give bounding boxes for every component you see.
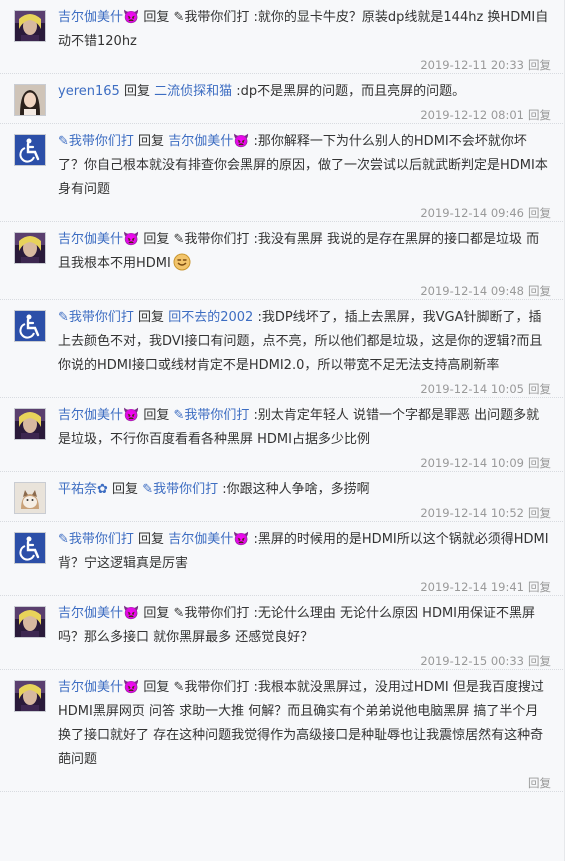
reply-content: ✎我带你们打 回复 回不去的2002 :我DP线坏了，插上去黑屏，我VGA针脚断… [58, 306, 551, 378]
avatar[interactable] [14, 532, 46, 564]
reply-meta: 2019-12-14 09:48 回复 [58, 283, 551, 299]
reply-button[interactable]: 回复 [528, 284, 551, 298]
reply-meta: 2019-12-14 19:41 回复 [58, 579, 551, 595]
reply-word: 回复 [112, 482, 139, 497]
avatar[interactable] [14, 10, 46, 42]
username-link[interactable]: 吉尔伽美什👿 [58, 606, 139, 621]
reply-button[interactable]: 回复 [528, 382, 551, 396]
username-link[interactable]: 吉尔伽美什👿 [58, 680, 139, 695]
avatar[interactable] [14, 232, 46, 264]
reply-time: 2019-12-14 09:48 [420, 284, 524, 298]
reply-button[interactable]: 回复 [528, 506, 551, 520]
avatar[interactable] [14, 606, 46, 638]
reply-time: 2019-12-15 00:33 [420, 654, 524, 668]
reply-item: 吉尔伽美什👿 回复 ✎我带你们打 :无论什么理由 无论什么原因 HDMI用保证不… [0, 596, 565, 670]
reply-time: 2019-12-14 09:46 [420, 206, 524, 220]
reply-content: 吉尔伽美什👿 回复 ✎我带你们打 :无论什么理由 无论什么原因 HDMI用保证不… [58, 602, 551, 650]
reply-meta: 2019-12-14 10:05 回复 [58, 381, 551, 397]
reply-text: :你跟这种人争啥，多捞啊 [222, 482, 370, 497]
reply-word: 回复 [143, 10, 170, 25]
reply-content: ✎我带你们打 回复 吉尔伽美什👿 :那你解释一下为什么别人的HDMI不会坏就你坏… [58, 130, 551, 202]
avatar[interactable] [14, 84, 46, 116]
reply-content: 吉尔伽美什👿 回复 ✎我带你们打 :我没有黑屏 我说的是存在黑屏的接口都是垃圾 … [58, 228, 551, 280]
reply-button[interactable]: 回复 [528, 206, 551, 220]
reply-button[interactable]: 回复 [528, 58, 551, 72]
reply-target[interactable]: ✎我带你们打 [173, 408, 249, 423]
reply-item: 吉尔伽美什👿 回复 ✎我带你们打 :我没有黑屏 我说的是存在黑屏的接口都是垃圾 … [0, 222, 565, 300]
reply-meta: 回复 [58, 775, 551, 791]
avatar[interactable] [14, 680, 46, 712]
smile-face-icon [173, 253, 191, 280]
reply-time: 2019-12-11 20:33 [420, 58, 524, 72]
reply-target[interactable]: ✎我带你们打 [142, 482, 218, 497]
username-link[interactable]: yeren165 [58, 84, 120, 99]
reply-button[interactable]: 回复 [528, 654, 551, 668]
reply-time: 2019-12-14 10:52 [420, 506, 524, 520]
username-link[interactable]: 吉尔伽美什👿 [58, 10, 139, 25]
reply-time: 2019-12-14 10:09 [420, 456, 524, 470]
reply-word: 回复 [143, 408, 170, 423]
reply-target[interactable]: 吉尔伽美什👿 [168, 134, 249, 149]
username-link[interactable]: ✎我带你们打 [58, 532, 134, 547]
reply-button[interactable]: 回复 [528, 776, 551, 790]
reply-word: 回复 [143, 680, 170, 695]
reply-item: ✎我带你们打 回复 回不去的2002 :我DP线坏了，插上去黑屏，我VGA针脚断… [0, 300, 565, 398]
reply-target: ✎我带你们打 [173, 10, 250, 25]
scrollbar[interactable] [564, 0, 571, 861]
reply-meta: 2019-12-11 20:33 回复 [58, 57, 551, 73]
reply-item: 吉尔伽美什👿 回复 ✎我带你们打 :别太肯定年轻人 说错一个字都是罪恶 出问题多… [0, 398, 565, 472]
reply-target[interactable]: 回不去的2002 [168, 310, 253, 325]
reply-target[interactable]: 吉尔伽美什👿 [168, 532, 249, 547]
reply-time: 2019-12-12 08:01 [420, 108, 524, 122]
avatar[interactable] [14, 482, 46, 514]
avatar[interactable] [14, 408, 46, 440]
reply-thread: 吉尔伽美什👿 回复 ✎我带你们打 :就你的显卡牛皮？原装dp线就是144hz 换… [0, 0, 565, 861]
reply-meta: 2019-12-15 00:33 回复 [58, 653, 551, 669]
reply-item: ✎我带你们打 回复 吉尔伽美什👿 :黑屏的时候用的是HDMI所以这个锅就必须得H… [0, 522, 565, 596]
reply-time: 2019-12-14 19:41 [420, 580, 524, 594]
reply-target: ✎我带你们打 [173, 606, 250, 621]
reply-button[interactable]: 回复 [528, 456, 551, 470]
username-link[interactable]: ✎我带你们打 [58, 310, 134, 325]
reply-content: 吉尔伽美什👿 回复 ✎我带你们打 :别太肯定年轻人 说错一个字都是罪恶 出问题多… [58, 404, 551, 452]
reply-content: yeren165 回复 二流侦探和猫 :dp不是黑屏的问题，而且亮屏的问题。 [58, 80, 551, 104]
reply-target[interactable]: 二流侦探和猫 [154, 84, 232, 99]
reply-button[interactable]: 回复 [528, 580, 551, 594]
reply-item: 吉尔伽美什👿 回复 ✎我带你们打 :就你的显卡牛皮？原装dp线就是144hz 换… [0, 0, 565, 74]
reply-word: 回复 [138, 532, 165, 547]
reply-word: 回复 [138, 310, 165, 325]
reply-word: 回复 [143, 606, 170, 621]
username-link[interactable]: ✎我带你们打 [58, 134, 134, 149]
reply-meta: 2019-12-14 10:52 回复 [58, 505, 551, 521]
reply-content: 吉尔伽美什👿 回复 ✎我带你们打 :我根本就没黑屏过，没用过HDMI 但是我百度… [58, 676, 551, 772]
reply-meta: 2019-12-14 10:09 回复 [58, 455, 551, 471]
reply-target: ✎我带你们打 [173, 232, 250, 247]
reply-item: ✎我带你们打 回复 吉尔伽美什👿 :那你解释一下为什么别人的HDMI不会坏就你坏… [0, 124, 565, 222]
reply-content: 平祐奈✿ 回复 ✎我带你们打 :你跟这种人争啥，多捞啊 [58, 478, 551, 502]
avatar[interactable] [14, 310, 46, 342]
reply-target: ✎我带你们打 [173, 680, 250, 695]
username-link[interactable]: 吉尔伽美什👿 [58, 408, 139, 423]
reply-content: ✎我带你们打 回复 吉尔伽美什👿 :黑屏的时候用的是HDMI所以这个锅就必须得H… [58, 528, 551, 576]
avatar[interactable] [14, 134, 46, 166]
reply-meta: 2019-12-12 08:01 回复 [58, 107, 551, 123]
reply-text: :dp不是黑屏的问题，而且亮屏的问题。 [236, 84, 466, 99]
reply-word: 回复 [123, 84, 150, 99]
reply-button[interactable]: 回复 [528, 108, 551, 122]
reply-item: 平祐奈✿ 回复 ✎我带你们打 :你跟这种人争啥，多捞啊 2019-12-14 10… [0, 472, 565, 522]
reply-item: 吉尔伽美什👿 回复 ✎我带你们打 :我根本就没黑屏过，没用过HDMI 但是我百度… [0, 670, 565, 792]
username-link[interactable]: 平祐奈✿ [58, 482, 108, 497]
reply-word: 回复 [143, 232, 170, 247]
reply-item: yeren165 回复 二流侦探和猫 :dp不是黑屏的问题，而且亮屏的问题。 20… [0, 74, 565, 124]
username-link[interactable]: 吉尔伽美什👿 [58, 232, 139, 247]
reply-meta: 2019-12-14 09:46 回复 [58, 205, 551, 221]
reply-time: 2019-12-14 10:05 [420, 382, 524, 396]
reply-content: 吉尔伽美什👿 回复 ✎我带你们打 :就你的显卡牛皮？原装dp线就是144hz 换… [58, 6, 551, 54]
reply-word: 回复 [138, 134, 165, 149]
